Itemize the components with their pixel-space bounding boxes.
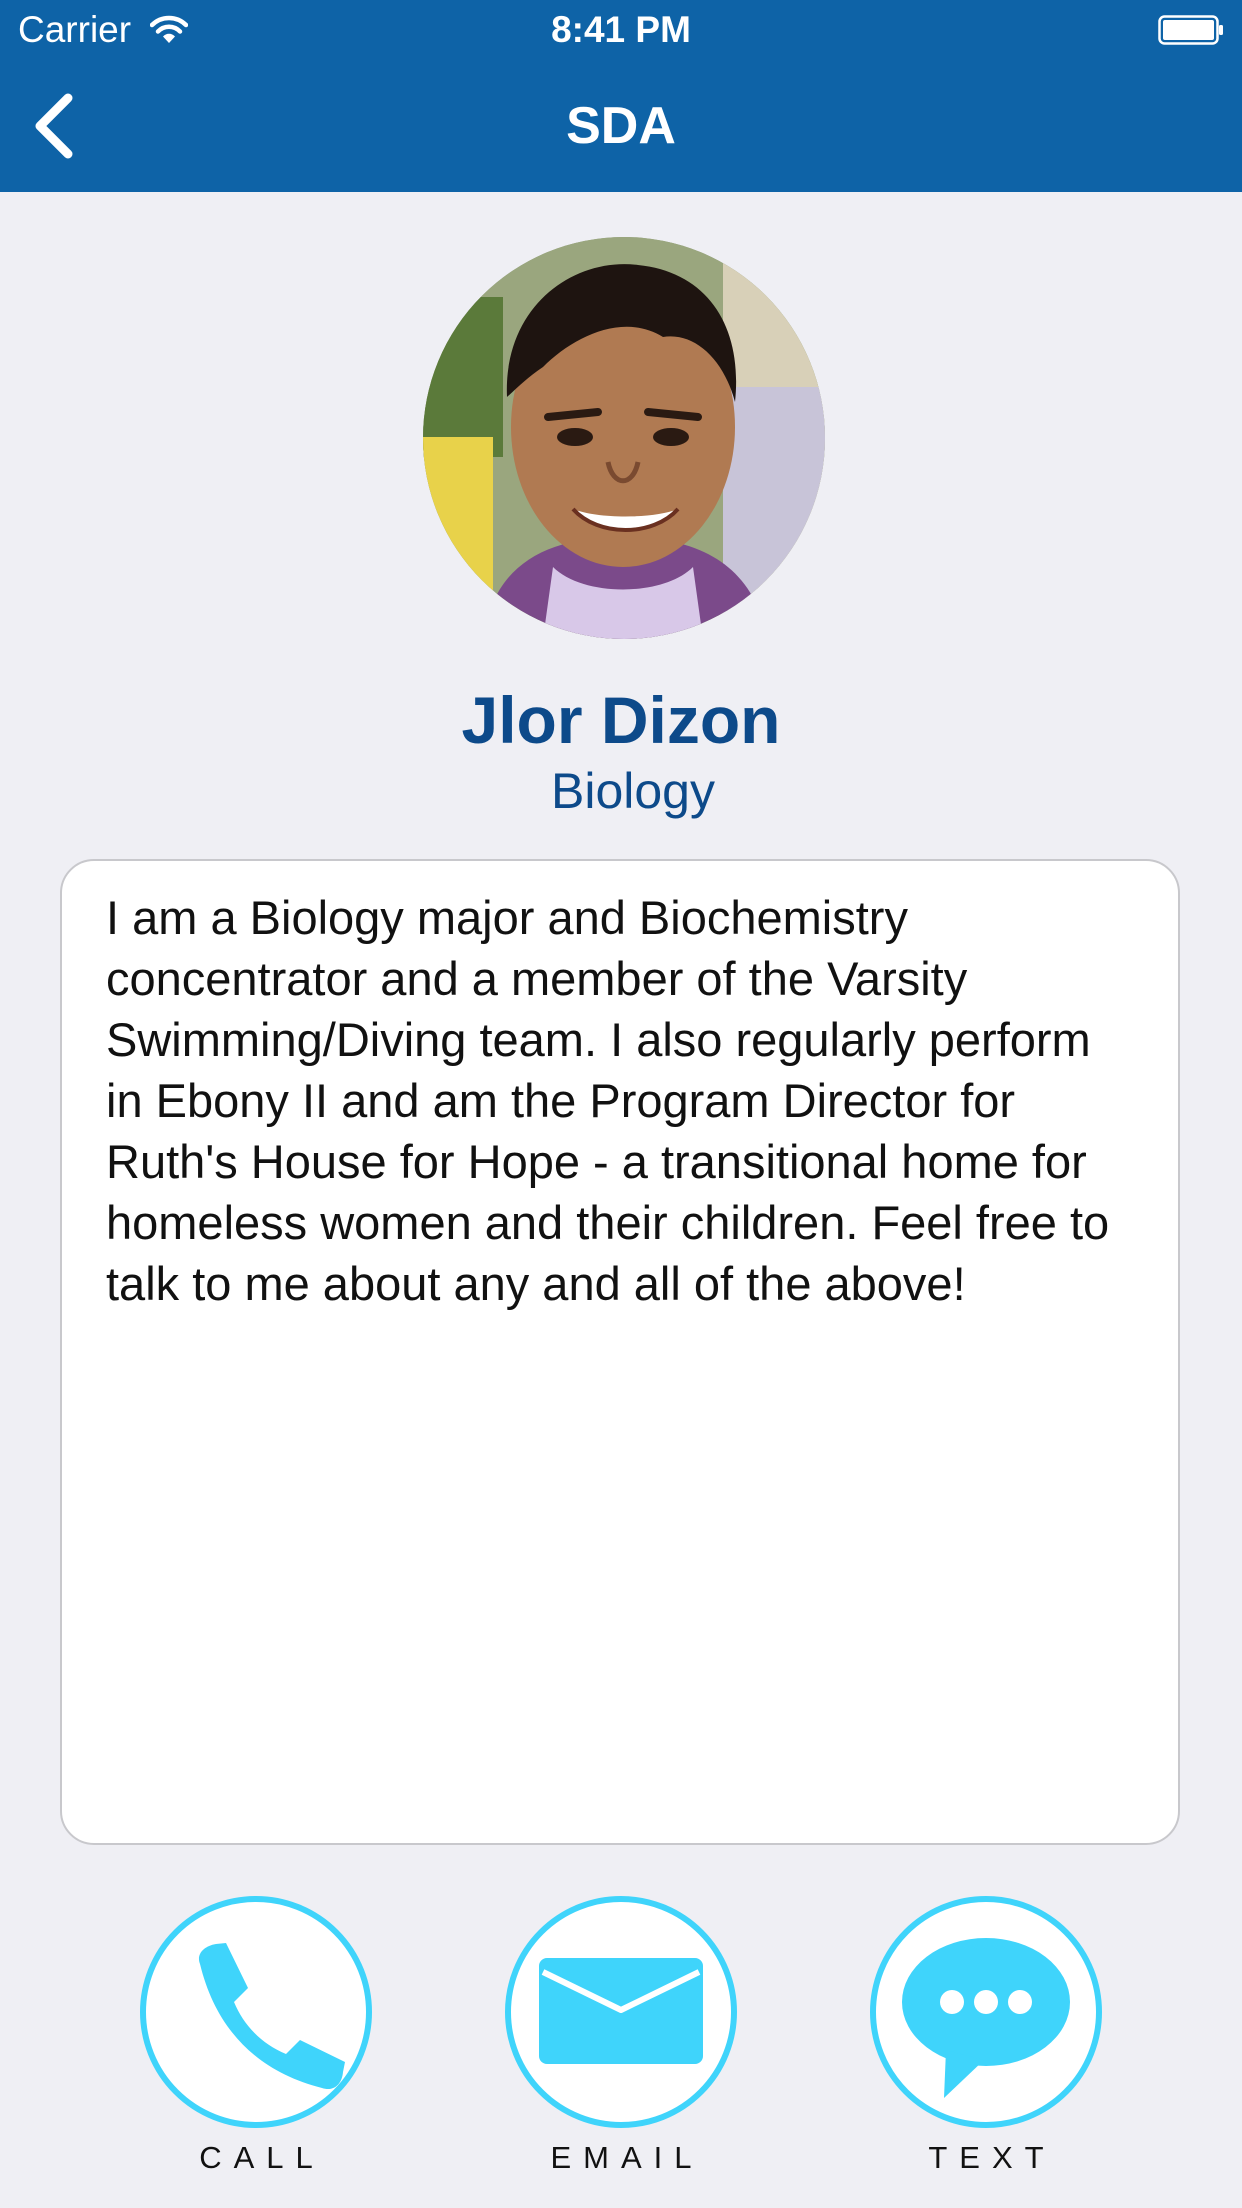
profile-avatar (423, 237, 825, 639)
text-label: TEXT (928, 2140, 1056, 2175)
call-label: CALL (199, 2140, 325, 2175)
chat-bubble-icon (902, 1938, 1070, 2098)
status-bar: Carrier 8:41 PM (0, 0, 1242, 60)
call-button[interactable]: CALL (140, 1896, 372, 2186)
bio-text-area[interactable]: I am a Biology major and Biochemistry co… (60, 859, 1180, 1845)
email-button-circle (505, 1896, 737, 2128)
envelope-icon (539, 1958, 703, 2064)
page-title: SDA (566, 97, 676, 155)
navigation-bar: SDA (0, 60, 1242, 192)
battery-icon (1158, 15, 1224, 45)
call-button-circle (140, 1896, 372, 2128)
status-time: 8:41 PM (551, 9, 691, 50)
phone-icon (198, 1943, 345, 2090)
profile-major: Biology (551, 763, 715, 819)
email-button[interactable]: EMAIL (505, 1896, 737, 2186)
bio-text: I am a Biology major and Biochemistry co… (106, 891, 1110, 1310)
profile-name: Jlor Dizon (461, 683, 781, 757)
email-label: EMAIL (550, 2140, 704, 2175)
text-button[interactable]: TEXT (870, 1896, 1102, 2186)
text-button-circle (870, 1896, 1102, 2128)
